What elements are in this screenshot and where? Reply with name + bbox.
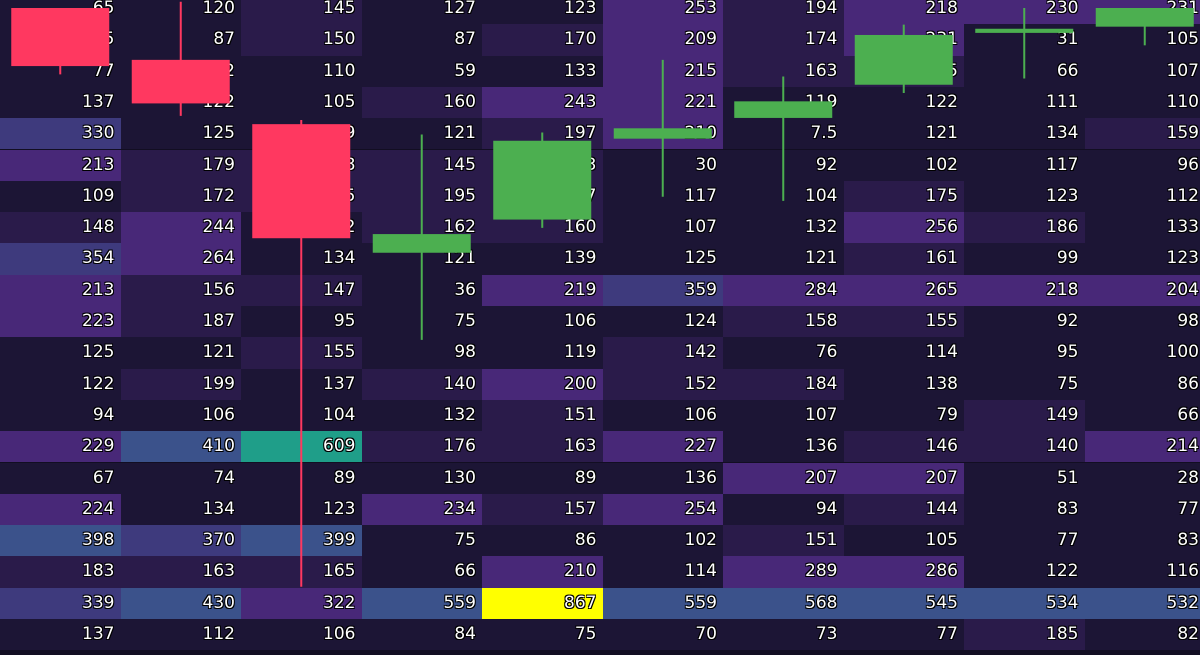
candle-body-up [854, 34, 953, 85]
candle-body-down [11, 8, 110, 67]
candle-body-up [734, 101, 833, 118]
candle-body-up [613, 128, 712, 139]
candlestick-overlay [11, 1, 1194, 587]
candle-body-up [975, 28, 1074, 33]
candle-body-down [252, 124, 351, 239]
candle-body-up [1095, 8, 1194, 27]
candle-body-up [493, 140, 592, 220]
candle-body-up [372, 234, 471, 253]
candle-body-down [131, 59, 230, 104]
